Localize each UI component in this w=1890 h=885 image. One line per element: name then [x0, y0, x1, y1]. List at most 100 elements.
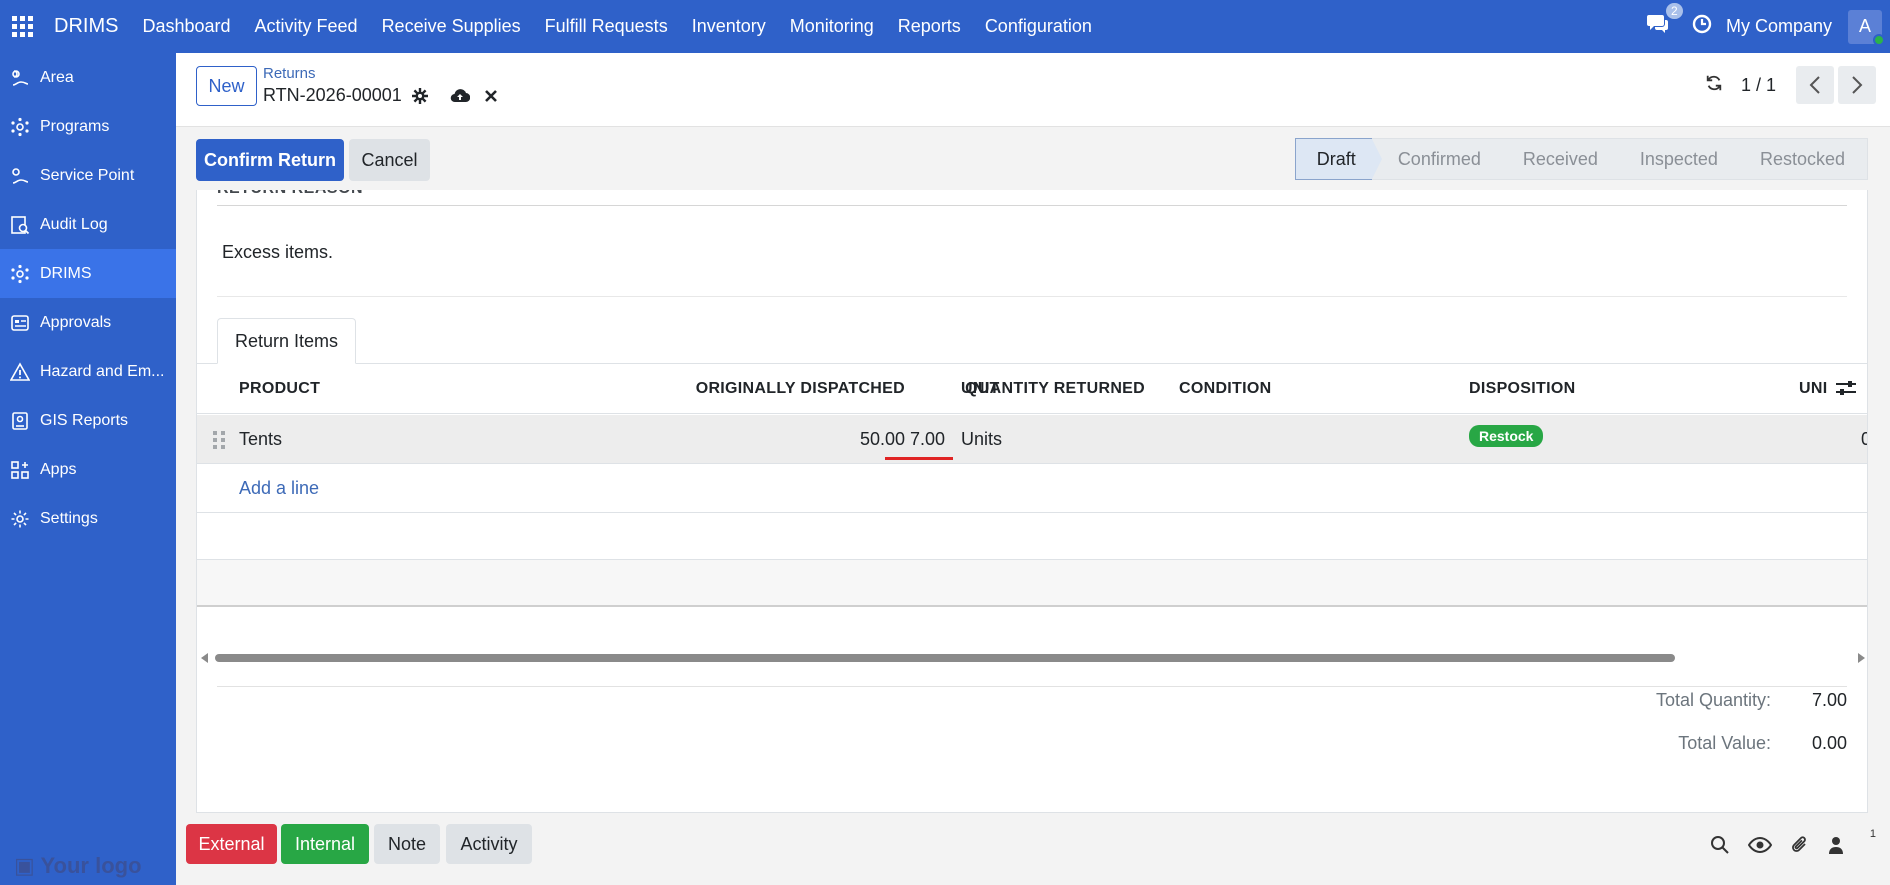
search-icon[interactable]: [1710, 835, 1730, 855]
chat-count-badge: 2: [1665, 3, 1683, 19]
sidebar-item-label: Approvals: [40, 313, 112, 331]
sidebar-item-settings[interactable]: Settings: [0, 494, 176, 543]
record-name: RTN-2026-00001: [263, 85, 402, 105]
sidebar: Area Programs Service Point Audit Log DR…: [0, 53, 176, 885]
section-divider: [217, 296, 1847, 297]
gear-icon[interactable]: [411, 87, 428, 104]
sidebar-item-label: Programs: [40, 117, 110, 135]
sidebar-item-label: Service Point: [40, 166, 135, 184]
apps-grid-icon[interactable]: [12, 15, 34, 38]
sidebar-item-apps[interactable]: Apps: [0, 445, 176, 494]
stage-confirmed[interactable]: Confirmed: [1371, 138, 1507, 180]
menu-receive-supplies[interactable]: Receive Supplies: [382, 16, 521, 37]
cell-quantity-returned[interactable]: 7.00: [897, 429, 945, 450]
record-title: RTN-2026-00001: [263, 85, 498, 106]
column-condition[interactable]: CONDITION: [1179, 380, 1271, 398]
stage-restocked[interactable]: Restocked: [1733, 138, 1868, 180]
column-quantity-returned[interactable]: QUANTITY RETURNED: [757, 380, 1145, 398]
sidebar-item-label: GIS Reports: [40, 411, 129, 429]
menu-dashboard[interactable]: Dashboard: [142, 16, 230, 37]
stage-inspected[interactable]: Inspected: [1613, 138, 1745, 180]
menu-monitoring[interactable]: Monitoring: [790, 16, 874, 37]
table-row[interactable]: Tents 50.00 7.00 Units Restock 0: [197, 415, 1867, 464]
column-product[interactable]: PRODUCT: [239, 380, 320, 398]
user-avatar[interactable]: A: [1848, 9, 1885, 46]
sidebar-item-gis-reports[interactable]: GIS Reports: [0, 396, 176, 445]
audit-log-icon: [11, 215, 30, 234]
cell-unit-value: 0: [1861, 429, 1867, 450]
column-disposition[interactable]: DISPOSITION: [1469, 380, 1575, 398]
menu-inventory[interactable]: Inventory: [692, 16, 766, 37]
hazard-icon: [10, 361, 30, 381]
cell-unit[interactable]: Units: [961, 429, 1002, 450]
horizontal-scrollbar[interactable]: [197, 650, 1867, 664]
drag-handle-icon[interactable]: [213, 431, 225, 449]
company-switcher[interactable]: My Company: [1726, 16, 1832, 37]
note-button[interactable]: Note: [374, 824, 440, 864]
cancel-button[interactable]: Cancel: [349, 139, 430, 181]
sidebar-item-area[interactable]: Area: [0, 53, 176, 102]
confirm-return-button[interactable]: Confirm Return: [196, 139, 344, 181]
cloud-upload-icon[interactable]: [450, 88, 470, 104]
sidebar-item-label: Apps: [40, 460, 77, 478]
table-header: PRODUCT ORIGINALLY DISPATCHED QUANTITY R…: [197, 364, 1867, 414]
discard-x-icon[interactable]: [484, 89, 498, 103]
empty-row: [197, 560, 1867, 607]
sidebar-item-audit-log[interactable]: Audit Log: [0, 200, 176, 249]
return-reason-field[interactable]: Excess items.: [222, 242, 333, 263]
return-reason-heading: RETURN REASON: [217, 190, 363, 198]
programs-icon: [11, 117, 29, 136]
tab-return-items[interactable]: Return Items: [217, 318, 356, 364]
cell-originally-dispatched: 50.00: [859, 429, 905, 449]
chatter-bar: External Internal Note Activity 1: [176, 813, 1890, 885]
eye-icon[interactable]: [1747, 836, 1772, 854]
menu-activity-feed[interactable]: Activity Feed: [255, 16, 358, 37]
sidebar-item-drims[interactable]: DRIMS: [0, 249, 176, 298]
add-line-row: Add a line: [197, 465, 1867, 513]
optional-columns-toggle-icon[interactable]: [1835, 378, 1857, 403]
total-quantity-label: Total Quantity:: [1655, 690, 1771, 710]
menu-reports[interactable]: Reports: [898, 16, 961, 37]
paperclip-icon[interactable]: [1790, 835, 1810, 855]
scroll-left-arrow-icon[interactable]: [201, 653, 208, 663]
gis-reports-icon: [12, 411, 28, 430]
sidebar-item-approvals[interactable]: Approvals: [0, 298, 176, 347]
stage-received[interactable]: Received: [1496, 138, 1624, 180]
sidebar-item-service-point[interactable]: Service Point: [0, 151, 176, 200]
new-button[interactable]: New: [196, 66, 257, 106]
pager-value[interactable]: 1 / 1: [1741, 75, 1776, 96]
clock-icon[interactable]: [1692, 14, 1712, 39]
avatar-initial: A: [1858, 16, 1871, 36]
scrollbar-thumb[interactable]: [215, 654, 1675, 662]
column-unit[interactable]: UNIT: [961, 380, 1000, 398]
cell-product[interactable]: Tents: [239, 429, 282, 450]
sidebar-item-hazard[interactable]: Hazard and Em...: [0, 347, 176, 396]
pager-previous-button[interactable]: [1796, 66, 1834, 104]
breadcrumb-returns[interactable]: Returns: [263, 65, 316, 82]
add-a-line-link[interactable]: Add a line: [239, 478, 319, 499]
settings-icon: [11, 510, 29, 527]
menu-fulfill-requests[interactable]: Fulfill Requests: [545, 16, 668, 37]
chat-icon[interactable]: 2: [1646, 3, 1683, 40]
sidebar-item-label: Area: [40, 68, 74, 86]
stage-draft[interactable]: Draft: [1294, 138, 1382, 180]
column-unit-value[interactable]: UNI: [1799, 380, 1833, 398]
disposition-badge[interactable]: Restock: [1469, 425, 1544, 447]
logo-text: Your logo: [40, 853, 142, 878]
refresh-icon[interactable]: [1705, 74, 1723, 97]
form-sheet: RETURN REASON Excess items. Return Items…: [196, 190, 1868, 813]
status-bar: Confirm Return Cancel Draft Confirmed Re…: [176, 127, 1890, 190]
followers-icon[interactable]: 1: [1828, 828, 1876, 854]
internal-note-button[interactable]: Internal: [281, 824, 369, 864]
follower-count: 1: [1869, 828, 1876, 840]
systray: 2 My Company A: [1646, 0, 1890, 53]
external-message-button[interactable]: External: [186, 824, 277, 864]
sidebar-item-label: Settings: [40, 509, 98, 527]
activity-button[interactable]: Activity: [446, 824, 532, 864]
sidebar-item-programs[interactable]: Programs: [0, 102, 176, 151]
app-brand[interactable]: DRIMS: [54, 15, 118, 38]
pager-next-button[interactable]: [1838, 66, 1876, 104]
menu-configuration[interactable]: Configuration: [985, 16, 1092, 37]
service-point-icon: [12, 167, 29, 184]
scroll-right-arrow-icon[interactable]: [1858, 653, 1865, 663]
